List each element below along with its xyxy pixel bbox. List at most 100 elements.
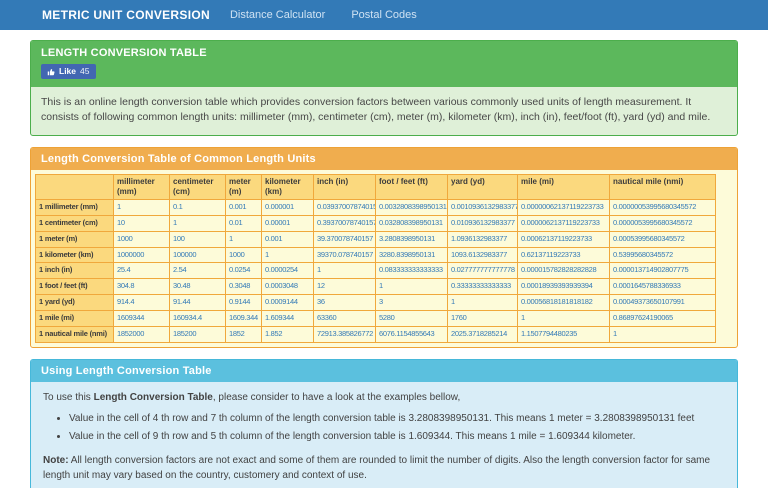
value-cell: 0.001 bbox=[225, 198, 262, 216]
value-cell: 1 bbox=[609, 325, 716, 343]
usage-panel-title: Using Length Conversion Table bbox=[41, 364, 212, 377]
table-row: 1 millimeter (mm) 1 0.1 0.001 0.000001 0.0393… bbox=[35, 198, 716, 216]
corner-header-cell bbox=[35, 173, 114, 200]
value-cell: 5280 bbox=[375, 310, 448, 327]
value-cell: 1609344 bbox=[113, 310, 170, 327]
value-cell: 185200 bbox=[169, 325, 226, 343]
nav-links: Distance Calculator Postal Codes bbox=[230, 9, 443, 21]
table-body: 1 millimeter (mm) 1 0.1 0.001 0.000001 0.0393… bbox=[35, 198, 716, 343]
value-cell: 0.010936132983377 bbox=[447, 214, 518, 232]
value-cell: 1.852 bbox=[261, 325, 314, 343]
value-cell: 914.4 bbox=[113, 294, 170, 312]
value-cell: 0.0003048 bbox=[261, 278, 314, 296]
row-label-cell: 1 foot / feet (ft) bbox=[35, 278, 114, 296]
value-cell: 0.00001 bbox=[261, 214, 314, 232]
value-cell: 0.39370078740157 bbox=[313, 214, 376, 232]
value-cell: 0.00053995680345572 bbox=[609, 230, 716, 248]
row-label-cell: 1 kilometer (km) bbox=[35, 246, 114, 264]
value-cell: 72913.385826772 bbox=[313, 325, 376, 343]
value-cell: 0.032808398950131 bbox=[375, 214, 448, 232]
value-cell: 0.000015782828282828 bbox=[517, 262, 610, 280]
column-header-cell: inch (in) bbox=[313, 173, 376, 200]
length-conversion-table: millimeter (mm) centimeter (cm) meter (m) k… bbox=[35, 173, 716, 343]
value-cell: 0.86897624190065 bbox=[609, 310, 716, 327]
thumbs-up-icon bbox=[47, 68, 55, 75]
conversion-table-heading: Length Conversion Table of Common Length… bbox=[31, 147, 737, 170]
table-row: 1 inch (in) 25.4 2.54 0.0254 0.0000254 1 0.083… bbox=[35, 262, 716, 280]
value-cell: 25.4 bbox=[113, 262, 170, 280]
value-cell: 0.1 bbox=[169, 198, 226, 216]
value-cell: 0.0010936132983377 bbox=[447, 198, 518, 216]
value-cell: 0.00062137119223733 bbox=[517, 230, 610, 248]
column-header-cell: nautical mile (nmi) bbox=[609, 173, 716, 200]
nav-link[interactable]: Distance Calculator bbox=[230, 9, 325, 21]
value-cell: 0.039370078740157 bbox=[313, 198, 376, 216]
value-cell: 1 bbox=[447, 294, 518, 312]
value-cell: 1093.6132983377 bbox=[447, 246, 518, 264]
value-cell: 1.1507794480235 bbox=[517, 325, 610, 343]
row-label-cell: 1 yard (yd) bbox=[35, 294, 114, 312]
table-row: 1 meter (m) 1000 100 1 0.001 39.370078740157 3… bbox=[35, 230, 716, 248]
usage-intro: To use this Length Conversion Table, ple… bbox=[43, 391, 461, 403]
value-cell: 0.0032808398950131 bbox=[375, 198, 448, 216]
brand-link[interactable]: METRIC UNIT CONVERSION bbox=[42, 8, 210, 22]
column-header-cell: centimeter (cm) bbox=[169, 173, 226, 200]
value-cell: 1 bbox=[375, 278, 448, 296]
value-cell: 1 bbox=[261, 246, 314, 264]
value-cell: 36 bbox=[313, 294, 376, 312]
column-header-cell: foot / feet (ft) bbox=[375, 173, 448, 200]
value-cell: 3 bbox=[375, 294, 448, 312]
length-panel-title: LENGTH CONVERSION TABLE bbox=[41, 47, 207, 59]
value-cell: 0.083333333333333 bbox=[375, 262, 448, 280]
value-cell: 1.0936132983377 bbox=[447, 230, 518, 248]
value-cell: 100 bbox=[169, 230, 226, 248]
value-cell: 160934.4 bbox=[169, 310, 226, 327]
value-cell: 1 bbox=[113, 198, 170, 216]
table-row: 1 yard (yd) 914.4 91.44 0.9144 0.0009144 36 3 1… bbox=[35, 294, 716, 312]
value-cell: 0.9144 bbox=[225, 294, 262, 312]
length-panel-heading: LENGTH CONVERSION TABLE Like 45 bbox=[31, 41, 737, 87]
table-row: 1 centimeter (cm) 10 1 0.01 0.00001 0.3937007… bbox=[35, 214, 716, 232]
table-row: 1 mile (mi) 1609344 160934.4 1609.344 1.6093… bbox=[35, 310, 716, 327]
value-cell: 10 bbox=[113, 214, 170, 232]
value-cell: 0.0000053995680345572 bbox=[609, 214, 716, 232]
like-count: 45 bbox=[80, 66, 90, 76]
value-cell: 30.48 bbox=[169, 278, 226, 296]
value-cell: 3.2808398950131 bbox=[375, 230, 448, 248]
facebook-like-button[interactable]: Like 45 bbox=[41, 64, 97, 79]
row-label-cell: 1 nautical mile (nmi) bbox=[35, 325, 114, 343]
value-cell: 0.027777777777778 bbox=[447, 262, 518, 280]
value-cell: 0.00049373650107991 bbox=[609, 294, 716, 312]
value-cell: 1609.344 bbox=[225, 310, 262, 327]
value-cell: 39370.078740157 bbox=[313, 246, 376, 264]
usage-panel: Using Length Conversion Table To use thi… bbox=[30, 358, 738, 488]
value-cell: 0.0009144 bbox=[261, 294, 314, 312]
value-cell: 3280.8398950131 bbox=[375, 246, 448, 264]
value-cell: 1 bbox=[169, 214, 226, 232]
length-panel-description: This is an online length conversion tabl… bbox=[41, 95, 711, 123]
table-row: 1 foot / feet (ft) 304.8 30.48 0.3048 0.0003… bbox=[35, 278, 716, 296]
table-row: 1 nautical mile (nmi) 1852000 185200 1852 1.… bbox=[35, 325, 716, 343]
value-cell: 0.62137119223733 bbox=[517, 246, 610, 264]
conversion-table-title: Length Conversion Table of Common Length… bbox=[41, 152, 316, 165]
value-cell: 0.0000062137119223733 bbox=[517, 214, 610, 232]
value-cell: 0.01 bbox=[225, 214, 262, 232]
value-cell: 0.0001645788336933 bbox=[609, 278, 716, 296]
usage-examples-list: Value in the cell of 4 th row and 7 th c… bbox=[69, 412, 725, 444]
value-cell: 0.00000053995680345572 bbox=[609, 198, 716, 216]
length-conversion-panel: LENGTH CONVERSION TABLE Like 45 This is … bbox=[30, 40, 738, 136]
row-label-cell: 1 mile (mi) bbox=[35, 310, 114, 327]
main-content: LENGTH CONVERSION TABLE Like 45 This is … bbox=[30, 40, 738, 488]
value-cell: 1 bbox=[517, 310, 610, 327]
value-cell: 0.00018939393939394 bbox=[517, 278, 610, 296]
like-label: Like bbox=[59, 66, 77, 76]
value-cell: 0.0000254 bbox=[261, 262, 314, 280]
value-cell: 100000 bbox=[169, 246, 226, 264]
nav-link[interactable]: Postal Codes bbox=[351, 9, 416, 21]
table-header-row: millimeter (mm) centimeter (cm) meter (m) k… bbox=[35, 173, 716, 200]
value-cell: 1000 bbox=[113, 230, 170, 248]
value-cell: 1760 bbox=[447, 310, 518, 327]
value-cell: 12 bbox=[313, 278, 376, 296]
value-cell: 2.54 bbox=[169, 262, 226, 280]
value-cell: 1000000 bbox=[113, 246, 170, 264]
